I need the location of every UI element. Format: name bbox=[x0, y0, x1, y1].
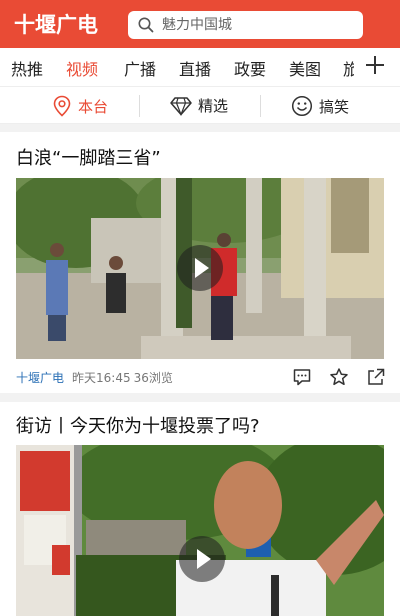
subtab-divider bbox=[139, 95, 140, 117]
sub-tabs: 本台 精选 搞笑 bbox=[0, 86, 400, 124]
tab-travel-partial[interactable]: 旅 bbox=[343, 56, 354, 80]
subtab-funny-label: 搞笑 bbox=[319, 97, 350, 116]
section-gap bbox=[0, 124, 400, 132]
comment-icon[interactable] bbox=[292, 367, 312, 387]
tab-photos[interactable]: 美图 bbox=[289, 56, 321, 80]
tab-politics[interactable]: 政要 bbox=[234, 56, 266, 80]
app-brand: 十堰广电 bbox=[14, 13, 98, 37]
app-header: 十堰广电 bbox=[0, 0, 400, 48]
card-divider bbox=[0, 393, 400, 402]
channel-tabs: 热推 视频 广播 直播 政要 美图 旅 bbox=[0, 48, 400, 86]
video-thumbnail[interactable] bbox=[16, 445, 384, 616]
tab-radio[interactable]: 广播 bbox=[124, 56, 156, 80]
subtab-divider bbox=[260, 95, 261, 117]
video-scene-image bbox=[16, 445, 384, 616]
diamond-icon bbox=[170, 96, 192, 116]
subtab-local[interactable]: 本台 bbox=[52, 95, 108, 117]
tab-video[interactable]: 视频 bbox=[66, 56, 98, 80]
subtab-local-label: 本台 bbox=[78, 97, 109, 116]
favorite-star-icon[interactable] bbox=[329, 367, 349, 387]
subtab-featured[interactable]: 精选 bbox=[170, 95, 228, 116]
publish-time: 昨天16:45 bbox=[72, 371, 131, 385]
location-pin-icon bbox=[53, 95, 71, 117]
smiley-icon bbox=[291, 95, 313, 117]
subtab-featured-label: 精选 bbox=[198, 97, 229, 115]
play-icon[interactable] bbox=[179, 536, 225, 582]
tab-hot[interactable]: 热推 bbox=[11, 56, 43, 80]
source-link[interactable]: 十堰广电 bbox=[16, 371, 64, 385]
video-thumbnail[interactable] bbox=[16, 178, 384, 359]
subtab-funny[interactable]: 搞笑 bbox=[291, 95, 349, 117]
share-icon[interactable] bbox=[366, 367, 386, 387]
play-icon[interactable] bbox=[177, 245, 223, 291]
card-meta: 十堰广电 昨天16:45 36浏览 bbox=[16, 369, 173, 386]
search-input[interactable] bbox=[162, 17, 352, 33]
card-title[interactable]: 白浪“一脚踏三省” bbox=[16, 144, 161, 170]
view-count: 36浏览 bbox=[133, 371, 173, 385]
card-title[interactable]: 街访丨今天你为十堰投票了吗? bbox=[16, 412, 260, 438]
search-icon bbox=[138, 17, 154, 33]
add-channel-icon[interactable] bbox=[364, 54, 386, 76]
tab-live[interactable]: 直播 bbox=[179, 56, 211, 80]
search-box[interactable] bbox=[128, 11, 363, 39]
